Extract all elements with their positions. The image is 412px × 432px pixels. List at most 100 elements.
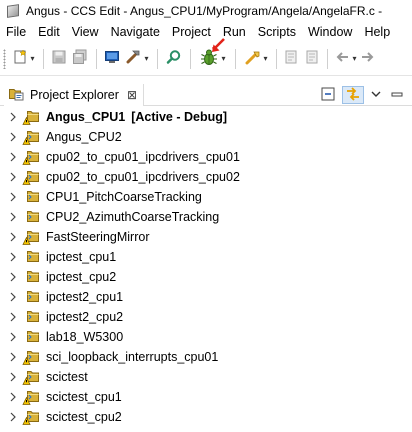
build-dropdown-arrow[interactable]: ▾: [144, 54, 148, 63]
collapse-all-icon: [320, 86, 336, 105]
project-name: scictest: [46, 370, 88, 384]
project-name: CPU2_AzimuthCoarseTracking: [46, 210, 220, 224]
flash-icon: [244, 49, 262, 68]
menu-window[interactable]: Window: [302, 25, 358, 39]
project-name: Angus_CPU1: [46, 110, 126, 124]
ccs-project-icon: [22, 369, 42, 385]
tree-item-angus-cpu1[interactable]: Angus_CPU1 [Active - Debug]: [0, 107, 412, 127]
chevron-down-icon: [371, 88, 381, 102]
project-name: scictest_cpu2: [46, 410, 122, 424]
chevron-right-icon[interactable]: [6, 290, 20, 304]
tree-item[interactable]: cpu02_to_cpu01_ipcdrivers_cpu01: [0, 147, 412, 167]
project-explorer-tab-label: Project Explorer: [30, 88, 119, 102]
tree-item[interactable]: ipctest2_cpu1: [0, 287, 412, 307]
tree-item[interactable]: ipctest_cpu2: [0, 267, 412, 287]
project-name: ipctest_cpu2: [46, 270, 117, 284]
tree-item[interactable]: scictest_cpu2: [0, 407, 412, 427]
title-bar: Angus - CCS Edit - Angus_CPU1/MyProgram/…: [0, 0, 412, 22]
back-dropdown-arrow[interactable]: ▾: [352, 54, 356, 63]
format-button[interactable]: [282, 48, 302, 70]
chevron-right-icon[interactable]: [6, 230, 20, 244]
back-button[interactable]: ▾: [333, 48, 359, 70]
chevron-right-icon[interactable]: [6, 170, 20, 184]
menu-view[interactable]: View: [66, 25, 105, 39]
link-with-editor-button[interactable]: [342, 86, 364, 104]
ccs-project-icon: [22, 149, 42, 165]
terminal-button[interactable]: [102, 48, 122, 70]
chevron-right-icon[interactable]: [6, 190, 20, 204]
menu-edit[interactable]: Edit: [32, 25, 66, 39]
save-all-icon: [72, 49, 88, 68]
tree-item[interactable]: scictest_cpu1: [0, 387, 412, 407]
chevron-right-icon[interactable]: [6, 110, 20, 124]
toolbar-separator: [190, 48, 191, 69]
search-button[interactable]: [163, 48, 185, 70]
chevron-right-icon[interactable]: [6, 130, 20, 144]
ccs-app-icon: [6, 4, 20, 18]
chevron-right-icon[interactable]: [6, 350, 20, 364]
ccs-project-icon: [22, 389, 42, 405]
build-icon: [125, 49, 143, 68]
toolbar-grip[interactable]: [3, 48, 6, 69]
flash-dropdown-arrow[interactable]: ▾: [263, 54, 267, 63]
chevron-right-icon[interactable]: [6, 210, 20, 224]
chevron-right-icon[interactable]: [6, 310, 20, 324]
menu-scripts[interactable]: Scripts: [252, 25, 302, 39]
save-all-button[interactable]: [69, 48, 91, 70]
menu-help[interactable]: Help: [358, 25, 396, 39]
chevron-right-icon[interactable]: [6, 270, 20, 284]
ccs-project-icon: [22, 329, 42, 345]
toolbar-separator: [96, 48, 97, 69]
tree-item[interactable]: CPU2_AzimuthCoarseTracking: [0, 207, 412, 227]
link-with-editor-icon: [345, 86, 361, 105]
toolbar-separator: [235, 48, 236, 69]
minimize-button[interactable]: [388, 86, 406, 104]
debug-button[interactable]: ▾: [196, 37, 230, 70]
project-name: scictest_cpu1: [46, 390, 122, 404]
save-button[interactable]: [49, 48, 69, 70]
ccs-project-icon: [22, 349, 42, 365]
project-name: sci_loopback_interrupts_cpu01: [46, 350, 219, 364]
menu-file[interactable]: File: [0, 25, 32, 39]
tree-item[interactable]: cpu02_to_cpu01_ipcdrivers_cpu02: [0, 167, 412, 187]
chevron-right-icon[interactable]: [6, 390, 20, 404]
flash-button[interactable]: ▾: [241, 48, 271, 70]
window-title: Angus - CCS Edit - Angus_CPU1/MyProgram/…: [26, 4, 383, 18]
red-arrow-annotation: [210, 37, 226, 57]
forward-button[interactable]: [359, 48, 375, 70]
tree-item[interactable]: scictest: [0, 367, 412, 387]
chevron-right-icon[interactable]: [6, 410, 20, 424]
forward-icon: [360, 49, 374, 68]
project-name: ipctest2_cpu1: [46, 290, 124, 304]
tree-item[interactable]: FastSteeringMirror: [0, 227, 412, 247]
chevron-right-icon[interactable]: [6, 370, 20, 384]
chevron-right-icon[interactable]: [6, 330, 20, 344]
ccs-project-icon: [22, 409, 42, 425]
close-icon[interactable]: ⊠: [127, 88, 137, 102]
tree-item[interactable]: ipctest_cpu1: [0, 247, 412, 267]
ccs-project-icon: [22, 129, 42, 145]
copy-format-button[interactable]: [302, 48, 322, 70]
project-explorer-header: Project Explorer ⊠: [0, 84, 412, 106]
tree-item[interactable]: lab18_W5300: [0, 327, 412, 347]
tree-item[interactable]: Angus_CPU2: [0, 127, 412, 147]
tree-item[interactable]: ipctest2_cpu2: [0, 307, 412, 327]
view-actions: [318, 84, 406, 106]
tree-item[interactable]: sci_loopback_interrupts_cpu01: [0, 347, 412, 367]
new-button[interactable]: ▾: [10, 48, 38, 70]
ccs-project-icon: [22, 229, 42, 245]
tab-project-explorer[interactable]: Project Explorer ⊠: [4, 84, 144, 106]
new-icon: [13, 49, 29, 68]
build-button[interactable]: ▾: [122, 48, 152, 70]
tree-item[interactable]: CPU1_PitchCoarseTracking: [0, 187, 412, 207]
project-tree: Angus_CPU1 [Active - Debug] Angus_CPU2 cp…: [0, 107, 412, 427]
chevron-right-icon[interactable]: [6, 250, 20, 264]
collapse-all-button[interactable]: [318, 86, 338, 104]
menu-navigate[interactable]: Navigate: [105, 25, 166, 39]
ccs-project-icon: [22, 189, 42, 205]
new-dropdown-arrow[interactable]: ▾: [30, 54, 34, 63]
view-menu-button[interactable]: [368, 86, 384, 104]
project-explorer-icon: [8, 86, 24, 105]
chevron-right-icon[interactable]: [6, 150, 20, 164]
ccs-project-icon: [22, 269, 42, 285]
